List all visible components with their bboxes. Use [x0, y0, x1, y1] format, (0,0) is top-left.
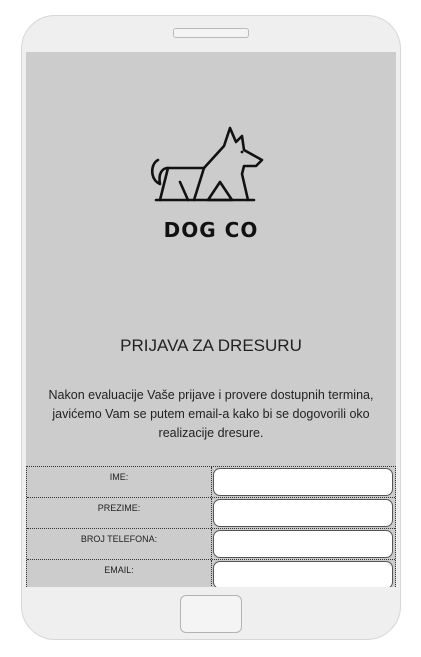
registration-form: IME: PREZIME: BROJ TELEFONA: EMAIL:	[26, 466, 396, 587]
email-input[interactable]	[213, 561, 393, 587]
surname-label: PREZIME:	[27, 498, 212, 528]
dog-icon	[150, 126, 264, 202]
form-title: PRIJAVA ZA DRESURU	[120, 336, 302, 355]
home-button[interactable]	[180, 595, 242, 633]
form-row-email: EMAIL:	[27, 559, 395, 587]
email-label: EMAIL:	[27, 560, 212, 587]
phone-screen: DOG CO PRIJAVA ZA DRESURU Nakon evaluaci…	[26, 52, 396, 587]
brand-name: DOG CO	[163, 218, 259, 242]
name-input[interactable]	[213, 468, 393, 496]
phone-frame: DOG CO PRIJAVA ZA DRESURU Nakon evaluaci…	[21, 15, 401, 640]
surname-input[interactable]	[213, 499, 393, 527]
form-row-name: IME:	[27, 467, 395, 497]
form-description: Nakon evaluacije Vaše prijave i provere …	[48, 388, 374, 440]
form-row-phone: BROJ TELEFONA:	[27, 528, 395, 559]
form-row-surname: PREZIME:	[27, 497, 395, 528]
phone-speaker	[173, 28, 249, 38]
name-label: IME:	[27, 467, 212, 497]
phone-label: BROJ TELEFONA:	[27, 529, 212, 559]
phone-input[interactable]	[213, 530, 393, 558]
